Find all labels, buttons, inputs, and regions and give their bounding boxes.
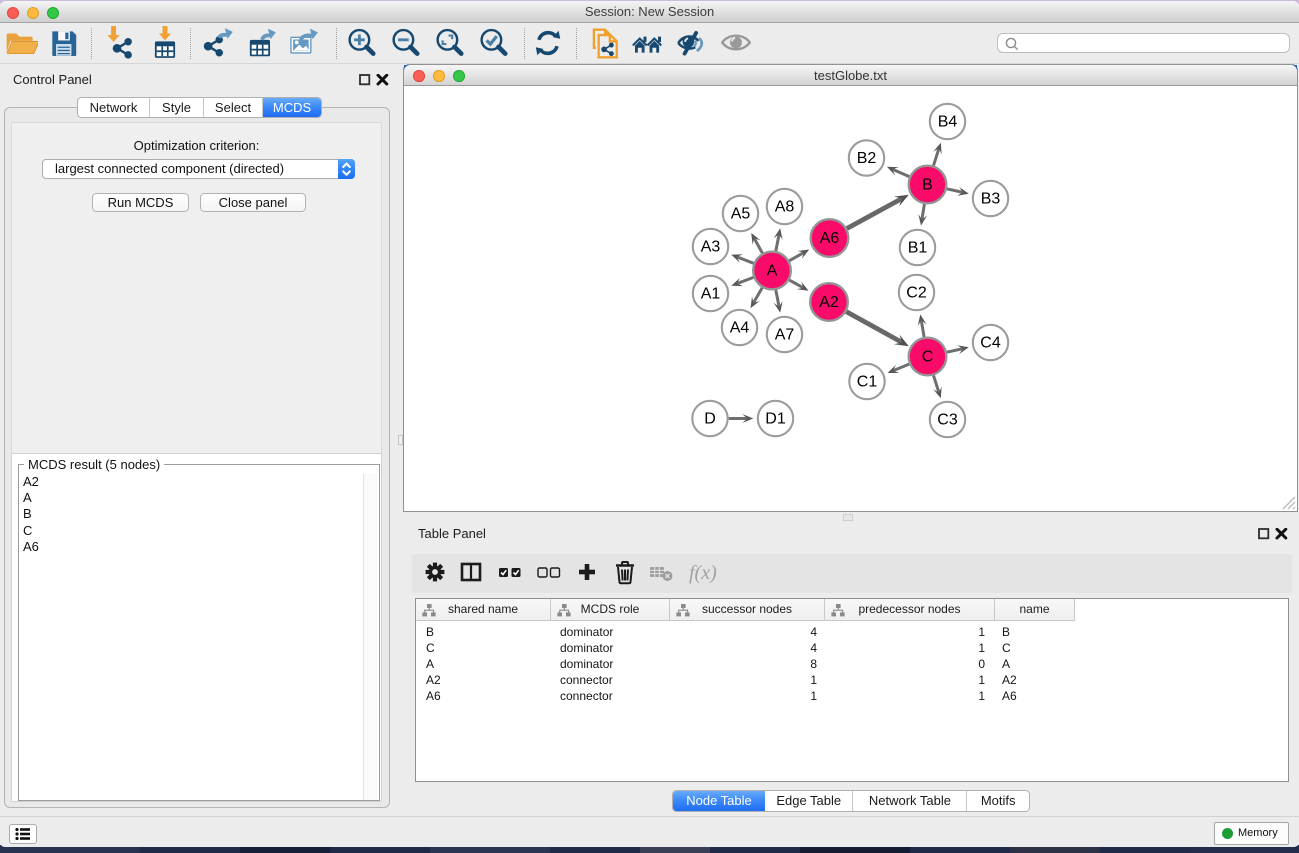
svg-text:C3: C3 [937, 412, 958, 429]
svg-text:A7: A7 [775, 327, 795, 344]
svg-text:B1: B1 [908, 240, 928, 257]
svg-text:A2: A2 [819, 294, 839, 311]
svg-text:D: D [704, 411, 716, 428]
svg-text:B2: B2 [857, 150, 877, 167]
svg-text:B: B [922, 177, 933, 194]
svg-text:C1: C1 [857, 374, 878, 391]
svg-text:B4: B4 [938, 114, 958, 131]
svg-text:A4: A4 [730, 320, 750, 337]
svg-text:C4: C4 [980, 335, 1001, 352]
svg-text:f(x): f(x) [689, 562, 717, 584]
svg-text:B3: B3 [981, 191, 1001, 208]
svg-text:A6: A6 [820, 230, 840, 247]
svg-text:A5: A5 [731, 206, 751, 223]
svg-text:D1: D1 [765, 411, 786, 428]
svg-text:A3: A3 [701, 239, 721, 256]
svg-text:A8: A8 [775, 199, 795, 216]
svg-text:C: C [922, 349, 934, 366]
svg-text:A: A [767, 263, 778, 280]
svg-text:A1: A1 [701, 286, 721, 303]
svg-text:C2: C2 [906, 285, 927, 302]
